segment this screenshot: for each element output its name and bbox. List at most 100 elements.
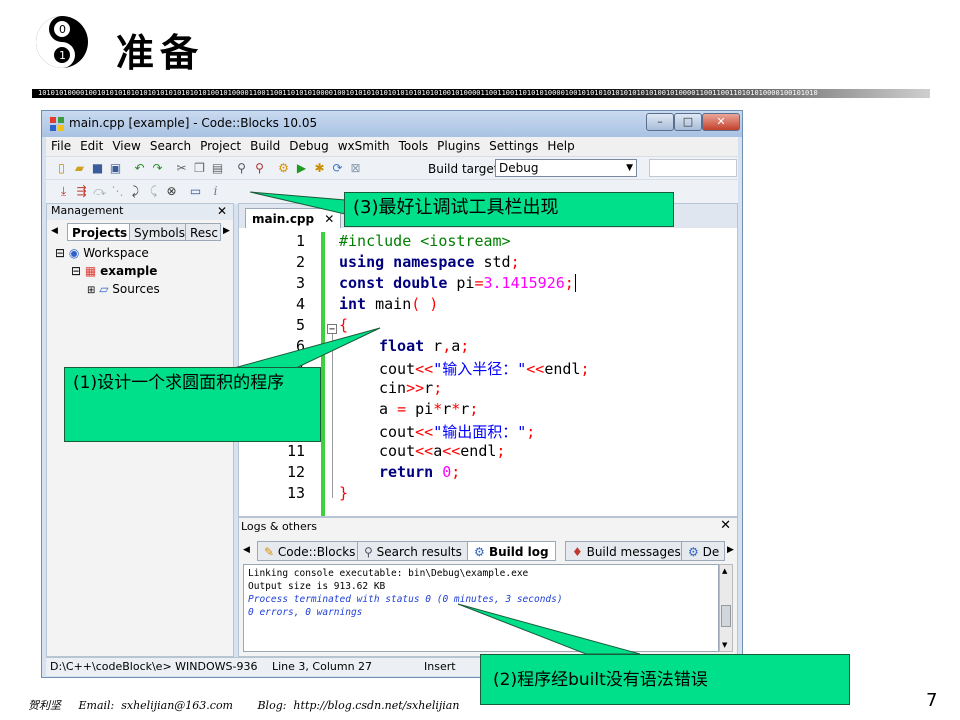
code-line-10: cout<<"输出面积："; [379, 423, 536, 441]
tree-item-sources[interactable]: ⊞ ▱ Sources [87, 282, 160, 296]
redo-icon[interactable]: ↷ [150, 161, 165, 175]
tab-build-log[interactable]: ⚙ Build log [467, 541, 556, 561]
status-position: Line 3, Column 27 [272, 660, 373, 673]
tab-scroll-left-icon[interactable]: ◀ [51, 226, 58, 236]
debug-info-icon[interactable]: i [208, 184, 223, 198]
workspace-icon: ◉ [68, 246, 80, 260]
menu-plugins[interactable]: Plugins [432, 137, 484, 153]
line-number: 3 [295, 274, 305, 292]
project-icon: ▦ [84, 264, 97, 278]
expand-icon[interactable]: ⊞ [87, 285, 95, 296]
build-target-select[interactable]: Debug ▼ [495, 159, 637, 177]
menu-project[interactable]: Project [195, 137, 245, 153]
abort-icon[interactable]: ⊠ [348, 161, 363, 175]
tab-projects[interactable]: Projects [67, 223, 133, 241]
next-instruction-icon[interactable]: ⋱ [110, 184, 125, 198]
minimize-button[interactable]: – [646, 113, 674, 131]
log-scrollbar[interactable]: ▲ ▼ [719, 564, 733, 652]
menu-settings[interactable]: Settings [484, 137, 542, 153]
tab-resources[interactable]: Resc [185, 223, 221, 241]
run-icon[interactable]: ▶ [294, 161, 309, 175]
collapse-icon[interactable]: ⊟ [55, 246, 65, 260]
save-all-icon[interactable]: ▣ [108, 161, 123, 175]
new-file-icon[interactable]: ▯ [54, 161, 69, 175]
code-line-6: float r,a; [379, 337, 470, 355]
run-to-cursor-icon[interactable]: ⇶ [74, 184, 89, 198]
toolbar-search-field[interactable] [649, 159, 737, 177]
change-bar [321, 232, 325, 516]
fold-toggle-icon[interactable]: − [327, 324, 337, 335]
editor-tab-main-cpp[interactable]: main.cpp ✕ [245, 208, 342, 228]
menu-search[interactable]: Search [145, 137, 195, 153]
menu-edit[interactable]: Edit [75, 137, 107, 153]
line-number: 5 [295, 316, 305, 334]
footer-contact: 贺利坚 Email: sxhelijian@163.com Blog: http… [28, 699, 460, 712]
fold-line [332, 330, 333, 498]
menu-wxsmith[interactable]: wxSmith [333, 137, 394, 153]
paste-icon[interactable]: ▤ [210, 161, 225, 175]
menu-debug[interactable]: Debug [284, 137, 332, 153]
tree-label-project: example [100, 264, 158, 278]
menu-view[interactable]: View [107, 137, 144, 153]
save-icon[interactable]: ■ [90, 161, 105, 175]
tree-label-workspace: Workspace [83, 246, 149, 260]
find-icon[interactable]: ⚲ [234, 161, 249, 175]
debug-start-icon[interactable]: ⤓ [56, 184, 71, 198]
line-number: 2 [295, 253, 305, 271]
management-tabs: ◀ Projects Symbols Resc ▶ [47, 222, 233, 242]
main-toolbar: ▯ ▰ ■ ▣ ↶ ↷ ✂ ❐ ▤ ⚲ ⚲ ⚙ ▶ ✱ ⟳ ⊠ Build ta… [46, 156, 738, 180]
code-line-8: cin>>r; [379, 379, 443, 397]
code-line-11: cout<<a<<endl; [379, 442, 506, 460]
rebuild-icon[interactable]: ⟳ [330, 161, 345, 175]
tab-debugger[interactable]: ⚙ De [681, 541, 725, 561]
logs-header: Logs & others [241, 520, 317, 533]
build-target-value: Debug [499, 161, 539, 175]
build-gear-icon[interactable]: ⚙ [276, 161, 291, 175]
window-titlebar[interactable]: main.cpp [example] - Code::Blocks 10.05 … [42, 111, 742, 137]
menu-file[interactable]: File [46, 137, 75, 153]
scroll-thumb[interactable] [721, 605, 731, 627]
step-out-icon[interactable]: ⤹ [146, 184, 161, 198]
collapse-icon[interactable]: ⊟ [71, 264, 81, 278]
close-window-button[interactable]: ✕ [702, 113, 740, 131]
code-line-7: cout<<"输入半径："<<endl; [379, 360, 590, 378]
log-line: 0 errors, 0 warnings [248, 607, 363, 618]
tab-codeblocks-log[interactable]: ✎ Code::Blocks [257, 541, 363, 561]
tab-scroll-right-icon[interactable]: ▶ [223, 226, 230, 236]
stop-debugger-icon[interactable]: ⊗ [164, 184, 179, 198]
menu-build[interactable]: Build [245, 137, 284, 153]
undo-icon[interactable]: ↶ [132, 161, 147, 175]
code-line-13: } [339, 484, 349, 502]
gear-icon: ⚙ [688, 545, 699, 559]
status-mode: Insert [424, 660, 456, 673]
next-line-icon[interactable]: ⤼ [92, 184, 107, 198]
open-folder-icon[interactable]: ▰ [72, 161, 87, 175]
folder-icon: ▱ [99, 282, 109, 296]
gear-icon: ⚙ [474, 545, 485, 559]
tab-scroll-right-icon[interactable]: ▶ [727, 545, 734, 555]
logo-top-digit: 0 [59, 23, 66, 36]
step-into-icon[interactable]: ⤸ [128, 184, 143, 198]
pin-icon: ♦ [572, 545, 583, 559]
debug-windows-icon[interactable]: ▭ [188, 184, 203, 198]
build-and-run-icon[interactable]: ✱ [312, 161, 327, 175]
tab-scroll-left-icon[interactable]: ◀ [243, 545, 250, 555]
replace-icon[interactable]: ⚲ [252, 161, 267, 175]
close-tab-icon[interactable]: ✕ [324, 212, 334, 226]
logs-close-button[interactable]: ✕ [720, 518, 731, 533]
tab-search-results[interactable]: ⚲ Search results [357, 541, 469, 561]
tree-item-project[interactable]: ⊟ ▦ example [71, 264, 157, 278]
maximize-button[interactable]: □ [674, 113, 702, 131]
management-header: Management ✕ [47, 204, 233, 220]
menu-help[interactable]: Help [542, 137, 578, 153]
management-title: Management [51, 204, 124, 217]
search-icon: ⚲ [364, 545, 373, 559]
tab-build-messages[interactable]: ♦ Build messages [565, 541, 688, 561]
cut-icon[interactable]: ✂ [174, 161, 189, 175]
build-log-output[interactable]: Linking console executable: bin\Debug\ex… [243, 564, 719, 652]
copy-icon[interactable]: ❐ [192, 161, 207, 175]
tree-item-workspace[interactable]: ⊟ ◉ Workspace [55, 246, 149, 260]
menu-tools[interactable]: Tools [394, 137, 433, 153]
management-close-button[interactable]: ✕ [217, 204, 227, 218]
tab-symbols[interactable]: Symbols [129, 223, 190, 241]
